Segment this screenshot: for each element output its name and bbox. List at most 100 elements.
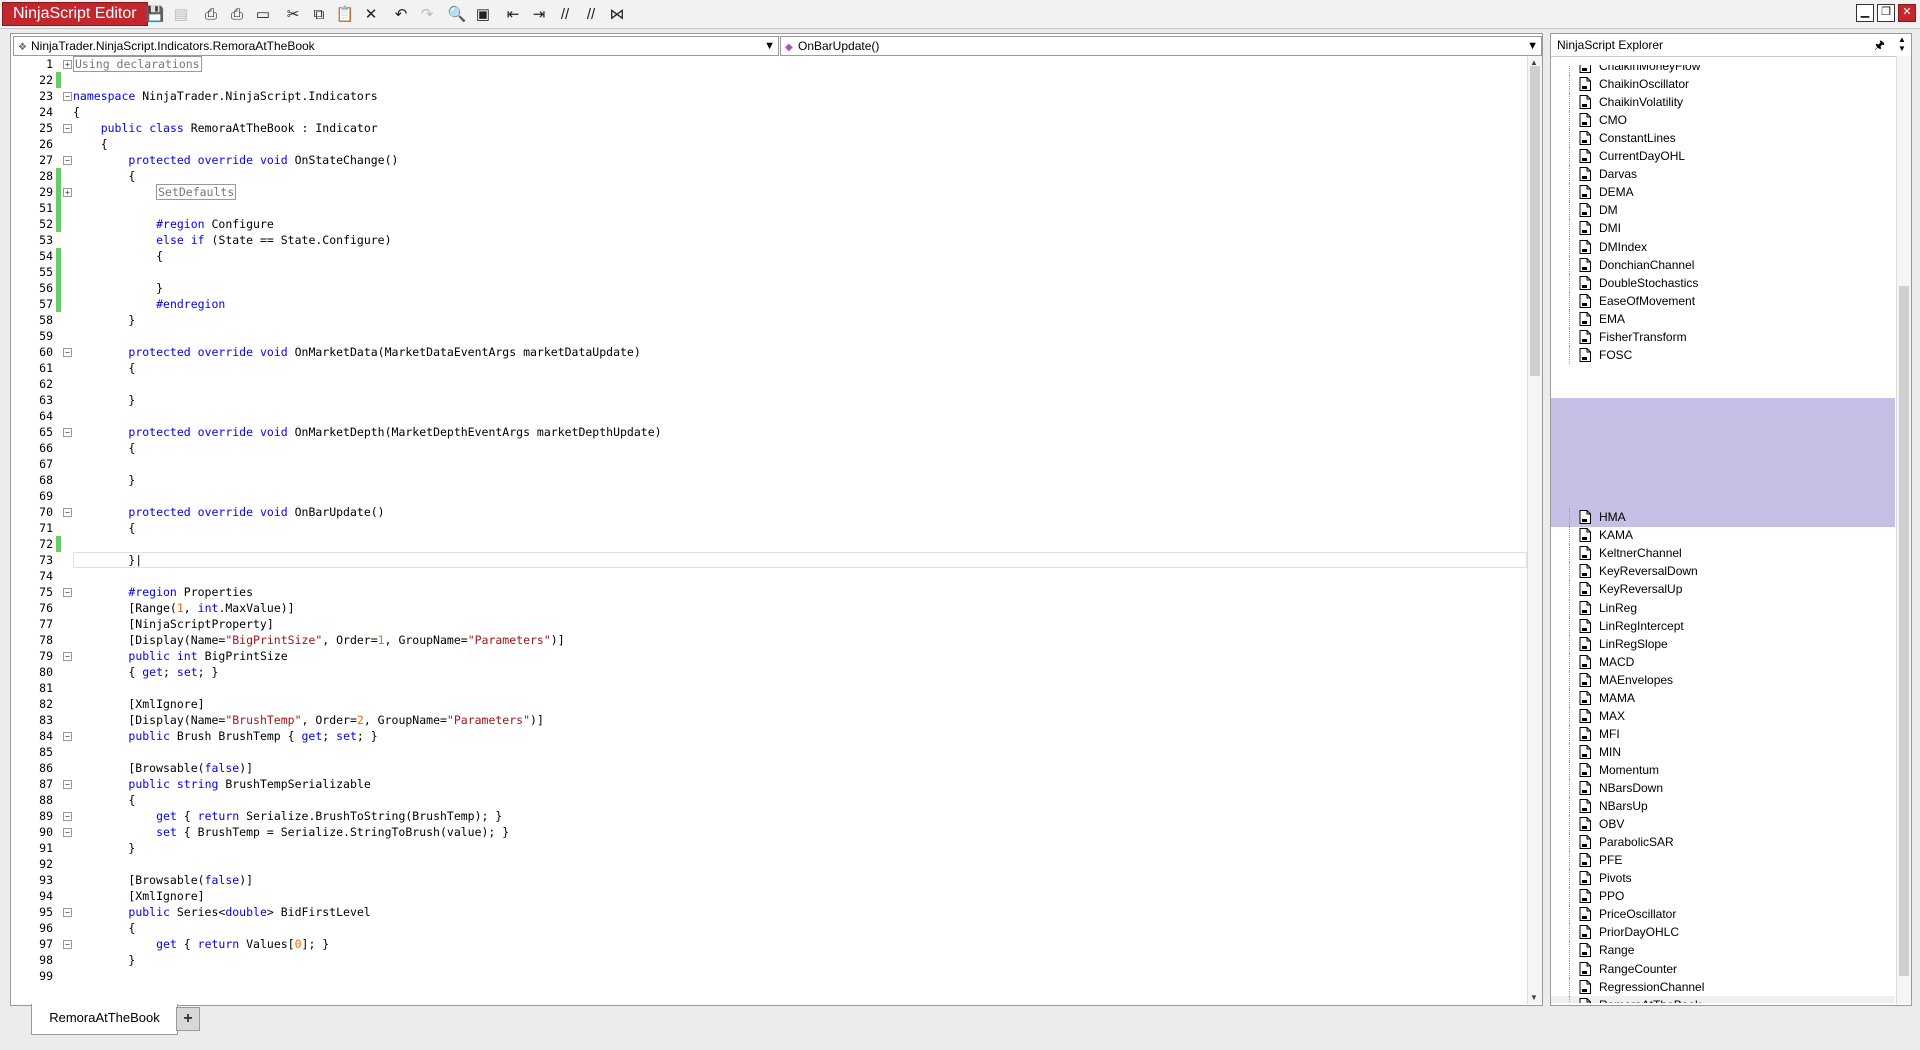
code-text[interactable]: protected override void OnBarUpdate()	[73, 504, 384, 520]
code-text[interactable]: #endregion	[73, 296, 225, 312]
explorer-item[interactable]: PPO	[1551, 887, 1895, 906]
compile-icon[interactable]: ▣	[472, 3, 494, 25]
code-line[interactable]: 77 [NinjaScriptProperty]	[11, 616, 1527, 632]
code-text[interactable]: {	[73, 520, 135, 536]
scroll-down-icon[interactable]: ▼	[1530, 993, 1538, 1002]
collapse-icon[interactable]: −	[63, 940, 72, 949]
code-text[interactable]: {	[73, 136, 108, 152]
code-line[interactable]: 88 {	[11, 792, 1527, 808]
code-line[interactable]: 75 − #region Properties	[11, 584, 1527, 600]
code-line[interactable]: 94 [XmlIgnore]	[11, 888, 1527, 904]
explorer-item[interactable]: MACD	[1551, 652, 1895, 671]
code-line[interactable]: 92	[11, 856, 1527, 872]
code-text[interactable]: #region Configure	[73, 216, 274, 232]
code-text[interactable]: {	[73, 920, 135, 936]
collapse-icon[interactable]: −	[63, 348, 72, 357]
code-line[interactable]: 89 − get { return Serialize.BrushToString…	[11, 808, 1527, 824]
code-line[interactable]: 51	[11, 200, 1527, 216]
explorer-item[interactable]: LinReg	[1551, 598, 1895, 617]
add-tab-button[interactable]: +	[176, 1007, 200, 1031]
code-line[interactable]: 56 }	[11, 280, 1527, 296]
explorer-item[interactable]: MAEnvelopes	[1551, 670, 1895, 689]
code-line[interactable]: 24 {	[11, 104, 1527, 120]
explorer-item[interactable]: DMIndex	[1551, 237, 1895, 256]
expand-icon[interactable]: +	[63, 60, 72, 69]
code-line[interactable]: 84 − public Brush BrushTemp { get; set; }	[11, 728, 1527, 744]
code-line[interactable]: 85	[11, 744, 1527, 760]
code-text[interactable]: }	[73, 952, 135, 968]
code-line[interactable]: 70 − protected override void OnBarUpdate(…	[11, 504, 1527, 520]
code-text[interactable]: }	[73, 280, 163, 296]
code-text[interactable]: [Browsable(false)]	[73, 760, 253, 776]
explorer-item[interactable]: KeltnerChannel	[1551, 544, 1895, 563]
code-line[interactable]: 26 {	[11, 136, 1527, 152]
explorer-item[interactable]: DEMA	[1551, 183, 1895, 202]
code-line[interactable]: 25 − public class RemoraAtTheBook : Indic…	[11, 120, 1527, 136]
code-text[interactable]: public Series<double> BidFirstLevel	[73, 904, 370, 920]
code-line[interactable]: 65 − protected override void OnMarketDept…	[11, 424, 1527, 440]
code-line[interactable]: 1 + Using declarations	[11, 56, 1527, 72]
outdent-icon[interactable]: ⇤	[502, 3, 524, 25]
editor-vertical-scrollbar[interactable]: ▲ ▼	[1527, 56, 1542, 1004]
code-line[interactable]: 29 + SetDefaults	[11, 184, 1527, 200]
code-text[interactable]: protected override void OnMarketData(Mar…	[73, 344, 640, 360]
code-line[interactable]: 96 {	[11, 920, 1527, 936]
code-text[interactable]: [XmlIgnore]	[73, 696, 204, 712]
cut-icon[interactable]: ✂	[282, 3, 304, 25]
code-line[interactable]: 80 { get; set; }	[11, 664, 1527, 680]
explorer-item[interactable]: ConstantLines	[1551, 129, 1895, 148]
collapse-icon[interactable]: −	[63, 124, 72, 133]
explorer-item[interactable]: NBarsUp	[1551, 797, 1895, 816]
explorer-item[interactable]: MAX	[1551, 706, 1895, 725]
code-text[interactable]: protected override void OnStateChange()	[73, 152, 398, 168]
explorer-item[interactable]: FisherTransform	[1551, 327, 1895, 346]
code-line[interactable]: 86 [Browsable(false)]	[11, 760, 1527, 776]
code-line[interactable]: 83 [Display(Name="BrushTemp", Order=2, G…	[11, 712, 1527, 728]
code-line[interactable]: 66 {	[11, 440, 1527, 456]
explorer-item[interactable]: OBV	[1551, 815, 1895, 834]
collapse-icon[interactable]: −	[63, 828, 72, 837]
explorer-item[interactable]: ChaikinOscillator	[1551, 75, 1895, 94]
code-text[interactable]: [Range(1, int.MaxValue)]	[73, 600, 294, 616]
explorer-item[interactable]: RangeCounter	[1551, 959, 1895, 978]
close-button[interactable]: ✕	[1898, 4, 1916, 22]
explorer-item[interactable]: PriceOscillator	[1551, 905, 1895, 924]
code-text[interactable]: get { return Serialize.BrushToString(Bru…	[73, 808, 502, 824]
uncomment-icon[interactable]: //	[580, 3, 602, 25]
code-line[interactable]: 72	[11, 536, 1527, 552]
header-scroll-arrows[interactable]: ▲ ▼	[1896, 35, 1908, 53]
redo-icon[interactable]: ↷	[416, 3, 438, 25]
collapse-icon[interactable]: −	[63, 908, 72, 917]
collapse-icon[interactable]: −	[63, 812, 72, 821]
code-text[interactable]: public class RemoraAtTheBook : Indicator	[73, 120, 378, 136]
explorer-item[interactable]: Darvas	[1551, 165, 1895, 184]
pin-icon[interactable]: 🖈	[1874, 34, 1885, 56]
tab-remora-at-the-book[interactable]: RemoraAtTheBook	[31, 1004, 178, 1035]
code-line[interactable]: 57 #endregion	[11, 296, 1527, 312]
expand-icon[interactable]: +	[63, 188, 72, 197]
explorer-item[interactable]: Momentum	[1551, 760, 1895, 779]
find-icon[interactable]: 🔍	[446, 3, 468, 25]
code-line[interactable]: 90 − set { BrushTemp = Serialize.StringTo…	[11, 824, 1527, 840]
code-line[interactable]: 68 }	[11, 472, 1527, 488]
explorer-item[interactable]: DoubleStochastics	[1551, 273, 1895, 292]
explorer-item[interactable]: Pivots	[1551, 869, 1895, 888]
collapse-icon[interactable]: −	[63, 652, 72, 661]
save-icon[interactable]: 💾	[144, 3, 166, 25]
code-line[interactable]: 87 − public string BrushTempSerializable	[11, 776, 1527, 792]
explorer-item[interactable]: LinRegIntercept	[1551, 616, 1895, 635]
explorer-item[interactable]: PFE	[1551, 851, 1895, 870]
undo-icon[interactable]: ↶	[390, 3, 412, 25]
code-line[interactable]: 22	[11, 72, 1527, 88]
comment-icon[interactable]: //	[554, 3, 576, 25]
code-text[interactable]: [Display(Name="BrushTemp", Order=2, Grou…	[73, 712, 544, 728]
code-line[interactable]: 76 [Range(1, int.MaxValue)]	[11, 600, 1527, 616]
explorer-item[interactable]: Range	[1551, 941, 1895, 960]
code-line[interactable]: 52 #region Configure	[11, 216, 1527, 232]
code-line[interactable]: 53 else if (State == State.Configure)	[11, 232, 1527, 248]
explorer-scroll-thumb[interactable]	[1899, 286, 1909, 976]
explorer-item[interactable]: KAMA	[1551, 526, 1895, 545]
code-line[interactable]: 55	[11, 264, 1527, 280]
code-text[interactable]: [XmlIgnore]	[73, 888, 204, 904]
explorer-item[interactable]: KeyReversalDown	[1551, 562, 1895, 581]
